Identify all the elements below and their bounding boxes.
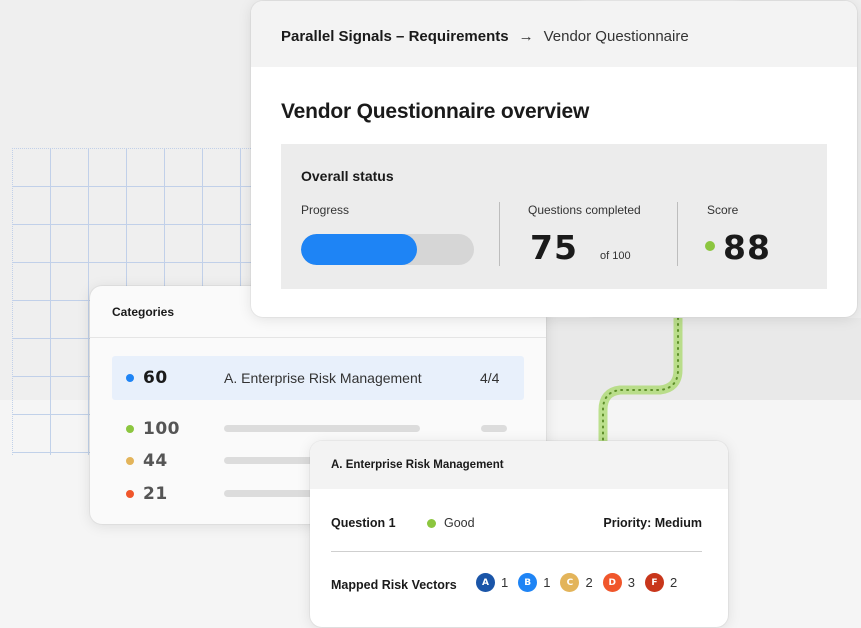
risk-vectors-list: A 1 B 1 C 2 D 3 F 2 (476, 573, 687, 592)
score-value: 88 (723, 228, 771, 267)
risk-vector-a[interactable]: A 1 (476, 573, 508, 592)
category-value: 60 (143, 368, 168, 388)
category-row[interactable]: 100 (126, 417, 180, 441)
breadcrumb-parent-link[interactable]: Parallel Signals – Requirements (281, 28, 509, 45)
risk-vector-count: 2 (669, 575, 678, 590)
questions-completed-label: Questions completed (528, 203, 641, 217)
risk-vector-badge: F (644, 573, 664, 592)
risk-vector-badge: C (560, 573, 580, 592)
category-value: 100 (143, 419, 180, 439)
question-label: Question 1 (331, 516, 396, 530)
risk-vector-d[interactable]: D 3 (602, 573, 635, 592)
breadcrumb: Parallel Signals – Requirements → Vendor… (281, 28, 689, 45)
risk-vector-f[interactable]: F 2 (644, 573, 678, 592)
placeholder-bar (224, 457, 314, 464)
progress-bar (301, 234, 474, 265)
arrow-right-icon: → (518, 28, 534, 45)
risk-vector-count: 2 (585, 575, 593, 590)
category-row[interactable]: 44 (126, 449, 168, 473)
divider (677, 202, 678, 266)
risk-vector-b[interactable]: B 1 (518, 573, 550, 592)
overall-status-panel: Overall status Progress Questions comple… (281, 144, 827, 289)
breadcrumb-current: Vendor Questionnaire (543, 28, 689, 45)
risk-vector-badge: A (476, 573, 495, 592)
divider (331, 551, 702, 552)
placeholder-bar (481, 425, 507, 432)
placeholder-bar (224, 490, 314, 497)
placeholder-bar (224, 425, 420, 432)
page-title: Vendor Questionnaire overview (281, 100, 590, 123)
category-name: A. Enterprise Risk Management (224, 370, 422, 386)
question-status-text: Good (444, 516, 475, 530)
risk-vector-badge: D (602, 573, 622, 592)
status-dot (126, 425, 134, 433)
connector-path (598, 318, 683, 448)
overview-card: Parallel Signals – Requirements → Vendor… (251, 1, 857, 317)
risk-vector-c[interactable]: C 2 (560, 573, 593, 592)
questions-completed-value: 75 (530, 228, 578, 267)
risk-vector-count: 1 (543, 575, 551, 590)
category-row[interactable]: 60 (126, 366, 168, 390)
category-value: 44 (143, 451, 168, 471)
status-dot (126, 374, 134, 382)
divider (90, 337, 546, 338)
score-status-dot (705, 241, 715, 251)
progress-label: Progress (301, 203, 350, 217)
mapped-risk-vectors-label: Mapped Risk Vectors (331, 578, 457, 592)
status-dot (126, 457, 134, 465)
risk-vector-badge: B (518, 573, 538, 592)
category-fraction: 4/4 (480, 370, 500, 386)
question-status: Good (427, 516, 475, 530)
category-value: 21 (143, 484, 168, 504)
category-row[interactable]: 21 (126, 482, 168, 506)
categories-title: Categories (112, 305, 175, 319)
divider (499, 202, 500, 266)
risk-vector-count: 3 (627, 575, 635, 590)
status-dot (126, 490, 134, 498)
question-detail-card: A. Enterprise Risk Management Question 1… (310, 441, 728, 627)
score-label: Score (707, 203, 739, 217)
detail-title: A. Enterprise Risk Management (331, 459, 504, 471)
progress-bar-fill (301, 234, 417, 265)
detail-header: A. Enterprise Risk Management (310, 441, 728, 489)
priority-label: Priority: Medium (603, 516, 702, 530)
questions-total: of 100 (600, 250, 631, 262)
good-status-dot (427, 518, 436, 528)
overview-header: Parallel Signals – Requirements → Vendor… (251, 1, 857, 67)
risk-vector-count: 1 (501, 575, 509, 590)
overall-status-title: Overall status (301, 168, 394, 184)
